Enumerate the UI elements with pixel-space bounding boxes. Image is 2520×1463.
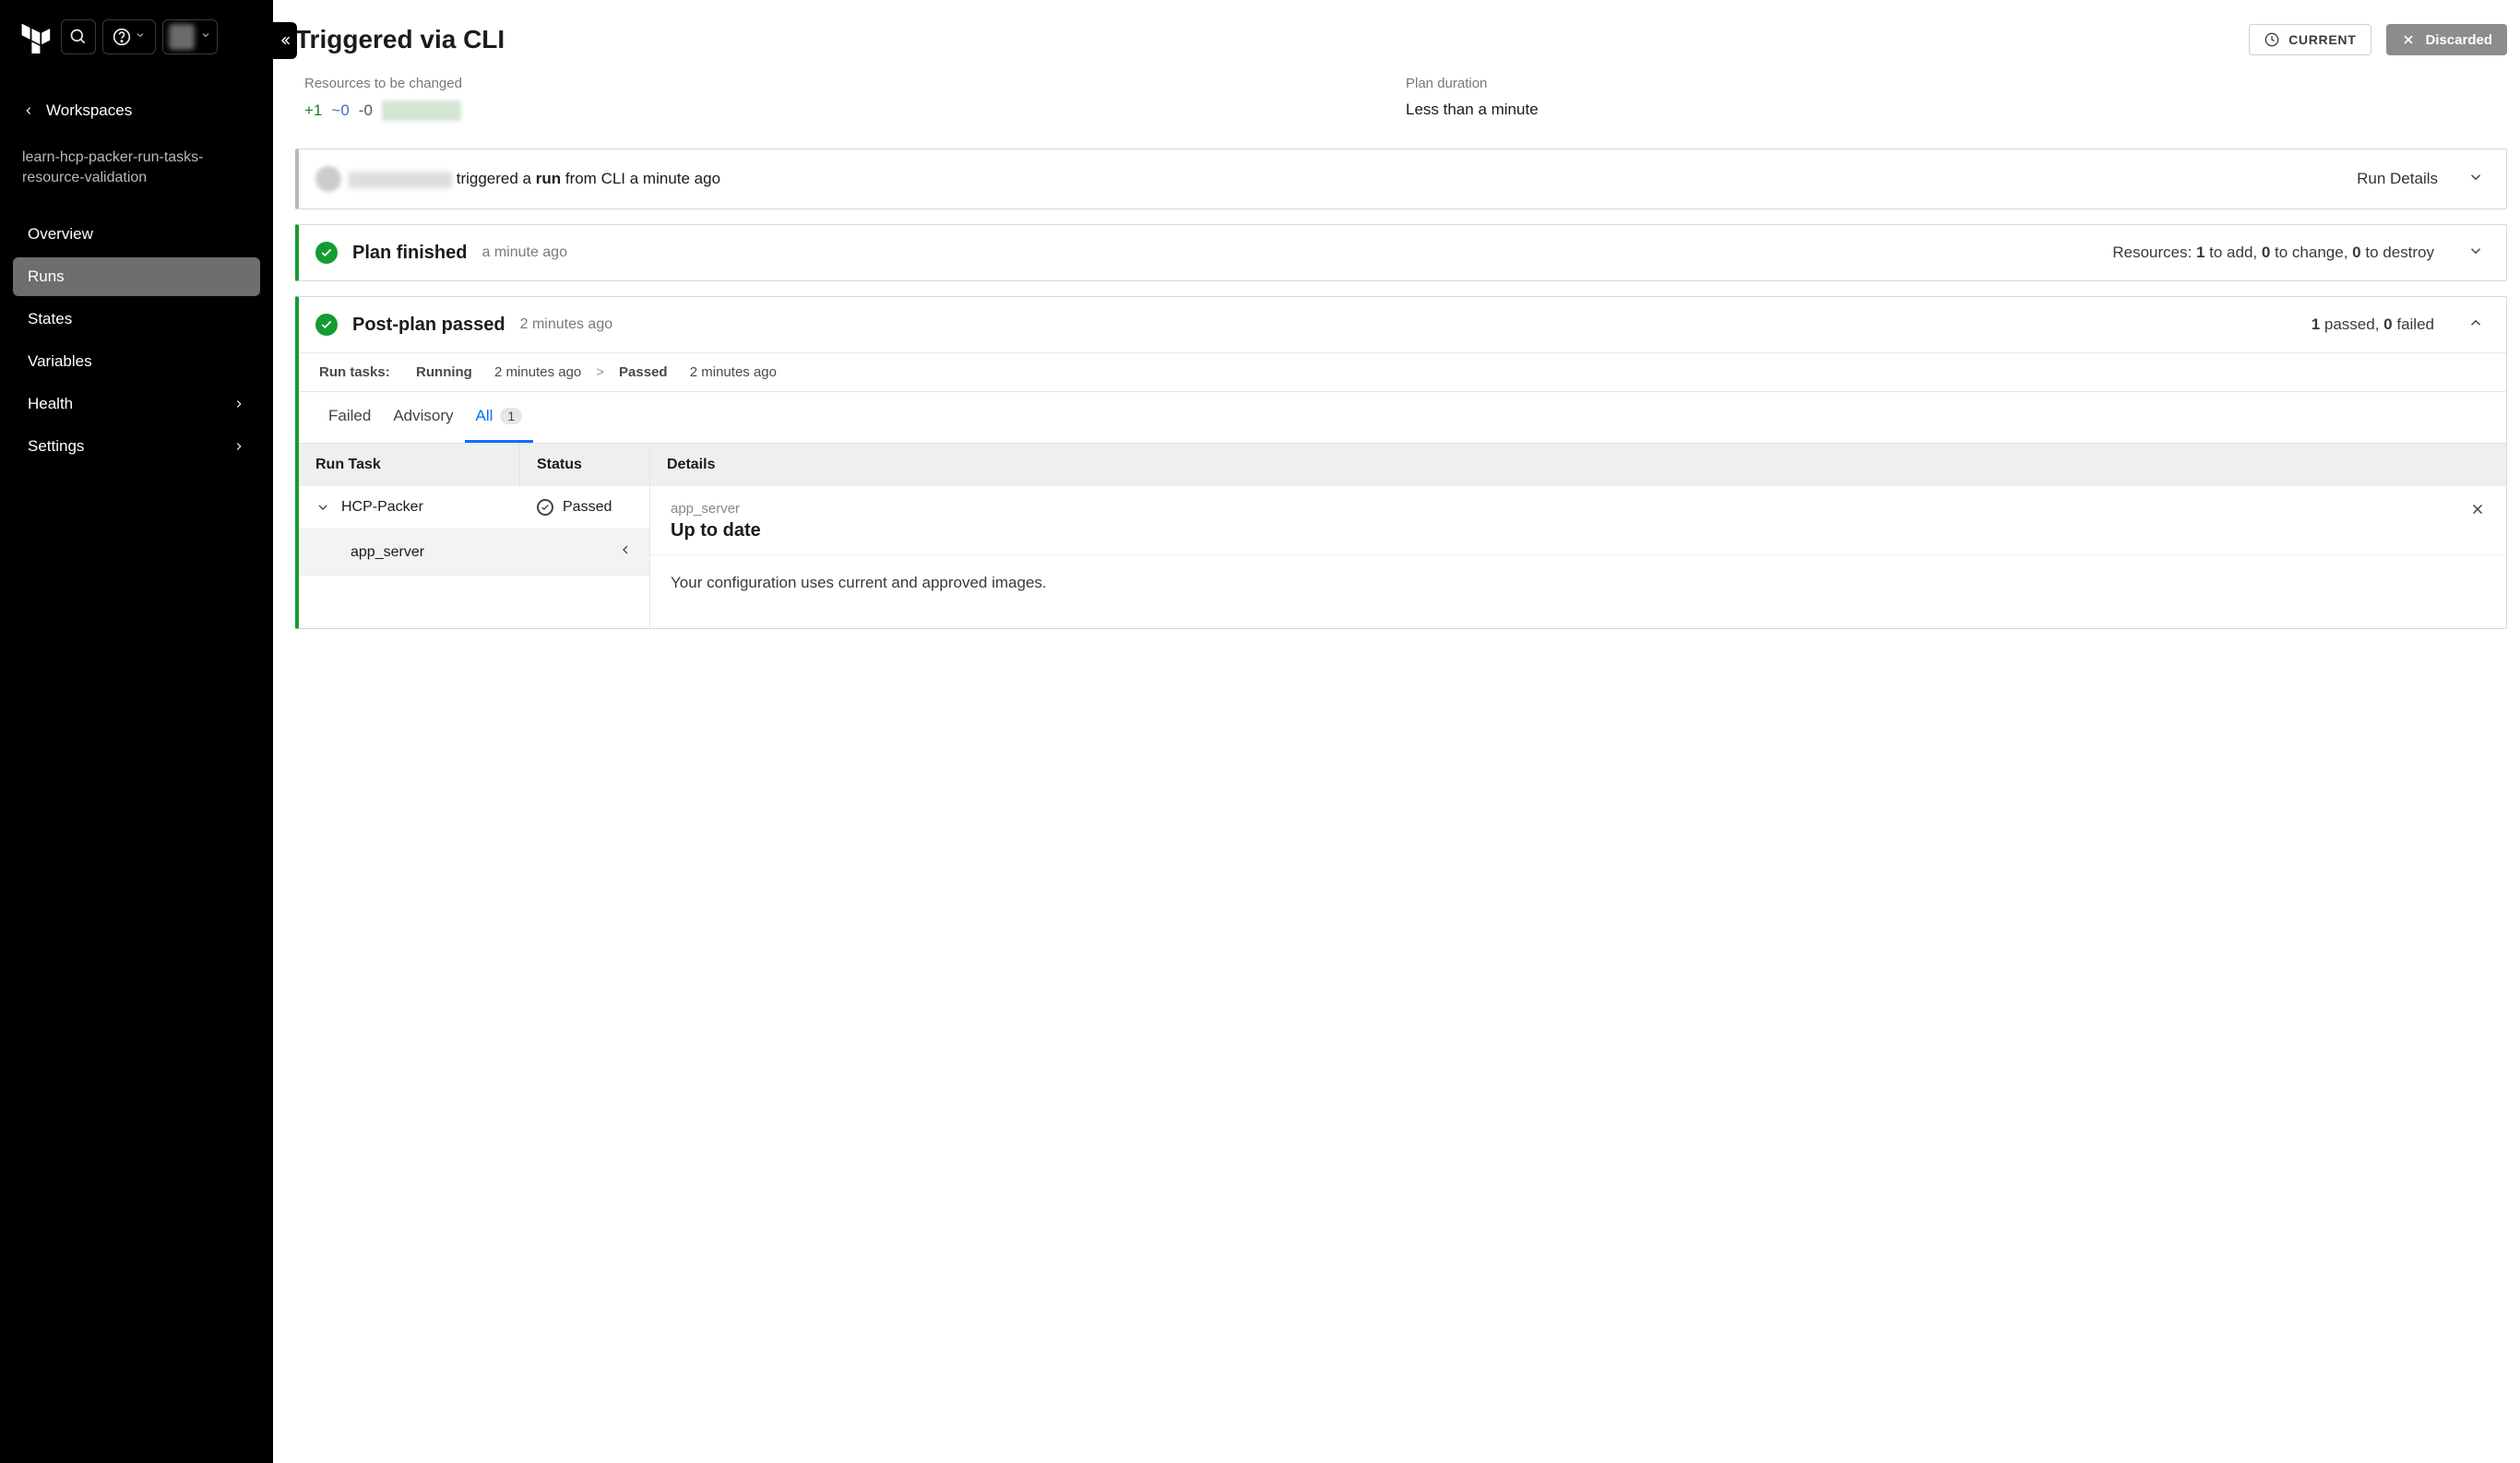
resources-add: +1 <box>304 101 322 120</box>
collapse-chevron[interactable] <box>2467 315 2484 336</box>
user-menu[interactable] <box>162 19 218 54</box>
plan-resources-summary: Resources: 1 to add, 0 to change, 0 to d… <box>2112 244 2434 262</box>
sidebar-top <box>0 0 273 65</box>
resources-destroy: -0 <box>359 101 373 120</box>
run-details-link[interactable]: Run Details <box>2357 170 2438 188</box>
terraform-logo[interactable] <box>17 18 53 55</box>
workspace-name: learn-hcp-packer-run-tasks-resource-vali… <box>0 142 273 209</box>
resources-change: ~0 <box>331 101 349 120</box>
sidebar: Workspaces learn-hcp-packer-run-tasks-re… <box>0 0 273 1463</box>
postplan-time: 2 minutes ago <box>520 316 613 333</box>
redacted-username <box>349 172 452 188</box>
user-avatar <box>169 24 195 50</box>
tabs: Failed Advisory All 1 <box>299 391 2506 444</box>
details-headline: Up to date <box>671 520 761 541</box>
redacted-field <box>382 101 461 121</box>
resources-summary: Resources to be changed +1 ~0 -0 <box>304 76 1406 121</box>
tab-failed[interactable]: Failed <box>317 392 382 443</box>
postplan-title: Post-plan passed <box>352 315 505 336</box>
th-details: Details <box>650 444 2506 486</box>
sidebar-nav: Overview Runs States Variables Health Se… <box>0 209 273 475</box>
chevron-left-icon <box>22 104 35 117</box>
success-check-icon <box>315 314 338 336</box>
current-button[interactable]: CURRENT <box>2249 24 2371 55</box>
avatar <box>315 166 341 192</box>
nav-variables[interactable]: Variables <box>13 342 260 381</box>
nav-overview[interactable]: Overview <box>13 215 260 254</box>
th-status: Status <box>520 444 649 486</box>
th-run-task: Run Task <box>299 444 520 486</box>
expand-chevron[interactable] <box>2467 243 2484 264</box>
plan-time: a minute ago <box>481 244 567 261</box>
nav-settings[interactable]: Settings <box>13 427 260 466</box>
plan-duration-label: Plan duration <box>1406 76 2507 91</box>
expand-chevron[interactable] <box>2467 169 2484 190</box>
tab-all-count: 1 <box>500 408 522 424</box>
triggered-text: triggered a run from CLI a minute ago <box>349 170 720 188</box>
run-tasks-breadcrumb: Run tasks: Running 2 minutes ago > Passe… <box>299 352 2506 391</box>
chevron-down-icon <box>315 500 330 515</box>
resources-label: Resources to be changed <box>304 76 1406 91</box>
success-check-icon <box>315 242 338 264</box>
tab-advisory[interactable]: Advisory <box>382 392 464 443</box>
close-icon <box>2469 501 2486 517</box>
close-details-button[interactable] <box>2469 501 2486 541</box>
plan-duration-value: Less than a minute <box>1406 101 2507 119</box>
header-row: Triggered via CLI CURRENT Discarded <box>295 24 2507 55</box>
passed-check-icon <box>537 499 553 516</box>
tab-all[interactable]: All 1 <box>465 392 534 443</box>
task-table: Run Task Status HCP-Packer Passed <box>299 444 649 628</box>
chevron-right-icon <box>232 398 245 410</box>
chevron-right-icon <box>232 440 245 453</box>
clock-icon <box>2264 32 2279 47</box>
plan-finished-panel: Plan finished a minute ago Resources: 1 … <box>295 224 2507 281</box>
workspaces-label: Workspaces <box>46 101 132 120</box>
page-title: Triggered via CLI <box>295 25 505 54</box>
postplan-panel: Post-plan passed 2 minutes ago 1 passed,… <box>295 296 2507 629</box>
search-button[interactable] <box>61 19 96 54</box>
close-icon <box>2401 32 2416 47</box>
details-panel: Details app_server Up to date Your confi… <box>649 444 2506 628</box>
nav-runs[interactable]: Runs <box>13 257 260 296</box>
discarded-badge: Discarded <box>2386 24 2507 55</box>
details-subtitle: app_server <box>671 501 761 517</box>
triggered-panel: triggered a run from CLI a minute ago Ru… <box>295 149 2507 209</box>
main-content: Triggered via CLI CURRENT Discarded Reso… <box>273 0 2520 1463</box>
help-button[interactable] <box>102 19 156 54</box>
nav-states[interactable]: States <box>13 300 260 339</box>
postplan-summary: 1 passed, 0 failed <box>2312 315 2434 334</box>
plan-title: Plan finished <box>352 243 467 264</box>
details-body: Your configuration uses current and appr… <box>650 555 2506 611</box>
task-row[interactable]: HCP-Packer Passed <box>299 486 649 529</box>
chevron-left-icon <box>618 542 633 562</box>
workspaces-back[interactable]: Workspaces <box>0 65 273 142</box>
nav-health[interactable]: Health <box>13 385 260 423</box>
collapse-sidebar-button[interactable] <box>273 22 297 59</box>
plan-duration: Plan duration Less than a minute <box>1406 76 2507 121</box>
task-subrow[interactable]: app_server <box>299 529 649 576</box>
